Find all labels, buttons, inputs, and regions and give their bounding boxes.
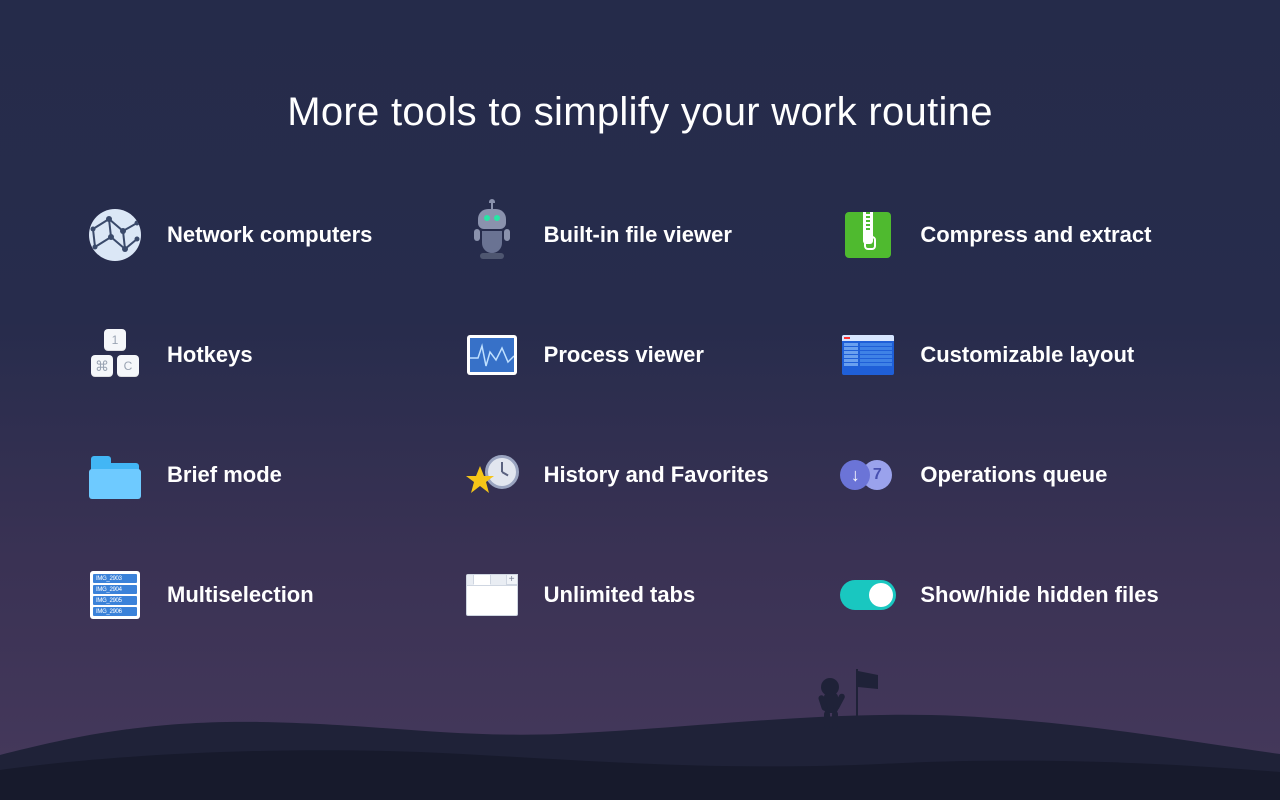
feature-operations-queue: 7 ↓ Operations queue bbox=[838, 445, 1195, 505]
feature-network-computers: Network computers bbox=[85, 205, 442, 265]
feature-label: Customizable layout bbox=[920, 342, 1134, 368]
feature-process-viewer: Process viewer bbox=[462, 325, 819, 385]
page-heading: More tools to simplify your work routine bbox=[0, 90, 1280, 135]
multiselection-icon: IMG_2903 IMG_2904 IMG_2905 IMG_2906 bbox=[85, 565, 145, 625]
folder-icon bbox=[85, 445, 145, 505]
feature-compress-extract: Compress and extract bbox=[838, 205, 1195, 265]
feature-label: History and Favorites bbox=[544, 462, 769, 488]
feature-label: Brief mode bbox=[167, 462, 282, 488]
layout-icon bbox=[838, 325, 898, 385]
feature-customizable-layout: Customizable layout bbox=[838, 325, 1195, 385]
toggle-icon bbox=[838, 565, 898, 625]
feature-label: Hotkeys bbox=[167, 342, 253, 368]
history-favorites-icon bbox=[462, 445, 522, 505]
landscape-illustration bbox=[0, 660, 1280, 800]
feature-file-viewer: Built-in file viewer bbox=[462, 205, 819, 265]
feature-label: Operations queue bbox=[920, 462, 1107, 488]
feature-label: Network computers bbox=[167, 222, 372, 248]
process-icon bbox=[462, 325, 522, 385]
robot-icon bbox=[462, 205, 522, 265]
feature-hotkeys: 1 ⌘ C Hotkeys bbox=[85, 325, 442, 385]
feature-brief-mode: Brief mode bbox=[85, 445, 442, 505]
tabs-icon: + bbox=[462, 565, 522, 625]
feature-label: Built-in file viewer bbox=[544, 222, 732, 248]
features-grid: Network computers Built-in file viewer C… bbox=[85, 205, 1195, 625]
feature-label: Unlimited tabs bbox=[544, 582, 696, 608]
astronaut-illustration bbox=[810, 665, 880, 745]
feature-label: Show/hide hidden files bbox=[920, 582, 1158, 608]
queue-icon: 7 ↓ bbox=[838, 445, 898, 505]
feature-show-hide-hidden: Show/hide hidden files bbox=[838, 565, 1195, 625]
feature-multiselection: IMG_2903 IMG_2904 IMG_2905 IMG_2906 Mult… bbox=[85, 565, 442, 625]
hotkeys-icon: 1 ⌘ C bbox=[85, 325, 145, 385]
feature-unlimited-tabs: + Unlimited tabs bbox=[462, 565, 819, 625]
feature-label: Multiselection bbox=[167, 582, 314, 608]
feature-label: Compress and extract bbox=[920, 222, 1151, 248]
zip-icon bbox=[838, 205, 898, 265]
feature-label: Process viewer bbox=[544, 342, 704, 368]
feature-history-favorites: History and Favorites bbox=[462, 445, 819, 505]
network-icon bbox=[85, 205, 145, 265]
